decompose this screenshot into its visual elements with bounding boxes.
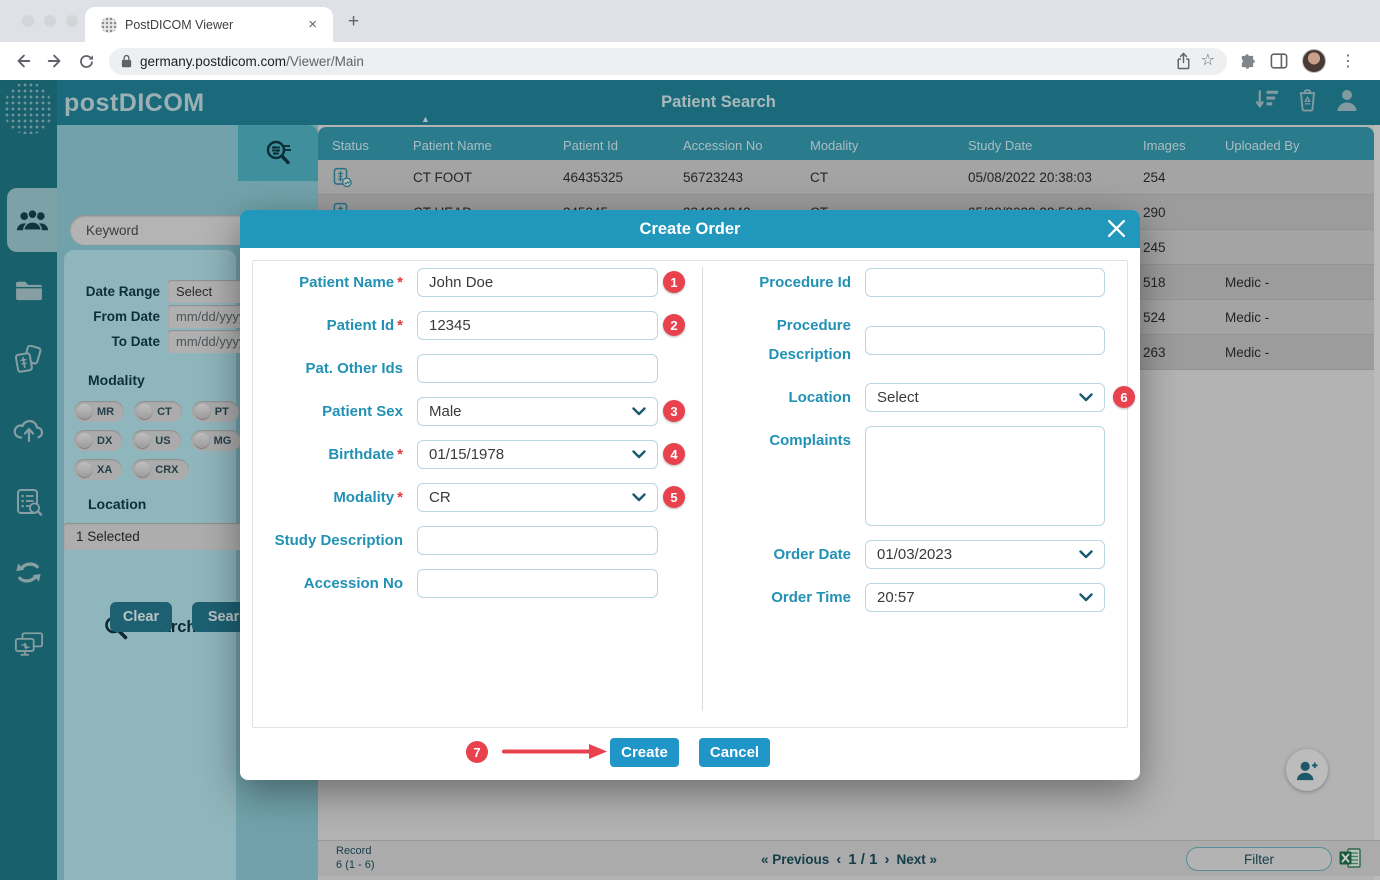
- browser-menu-icon[interactable]: ⋮: [1340, 51, 1356, 71]
- field-control[interactable]: Select: [865, 383, 1105, 412]
- extensions-puzzle-icon[interactable]: [1239, 53, 1256, 70]
- form-column-right: Procedure Id* Procedure Description* Loc…: [699, 268, 1105, 612]
- browser-toolbar: germany.postdicom.com/Viewer/Main ☆ ⋮: [0, 42, 1380, 80]
- modal-title: Create Order: [640, 220, 741, 239]
- field-complaints: Complaints*: [699, 426, 1105, 526]
- annotation-badge-3: 3: [663, 400, 685, 422]
- field-label: Birthdate*: [255, 440, 403, 469]
- field-label: Order Date*: [699, 540, 851, 569]
- close-window-button[interactable]: [22, 15, 34, 27]
- field-label: Patient Id*: [255, 311, 403, 340]
- annotation-badge-4: 4: [663, 443, 685, 465]
- browser-tab[interactable]: PostDICOM Viewer ×: [85, 7, 333, 42]
- field-control[interactable]: [865, 326, 1105, 355]
- chevron-down-icon: [1079, 550, 1093, 559]
- field-control[interactable]: [865, 268, 1105, 297]
- field-accession-no: Accession No*: [255, 569, 658, 598]
- chevron-down-icon: [632, 407, 646, 416]
- field-label: Modality*: [255, 483, 403, 512]
- field-control[interactable]: [417, 354, 658, 383]
- field-label: Patient Sex*: [255, 397, 403, 426]
- field-procedure-description: Procedure Description*: [699, 311, 1105, 369]
- field-control[interactable]: 01/03/2023: [865, 540, 1105, 569]
- field-label: Pat. Other Ids*: [255, 354, 403, 383]
- share-icon[interactable]: [1176, 52, 1191, 70]
- field-control[interactable]: CR: [417, 483, 658, 512]
- browser-tab-strip: PostDICOM Viewer × +: [0, 0, 1380, 42]
- field-location: Location* Select 6: [699, 383, 1105, 412]
- favicon-icon: [101, 17, 117, 33]
- url-text: germany.postdicom.com/Viewer/Main: [140, 54, 1166, 69]
- field-control[interactable]: 20:57: [865, 583, 1105, 612]
- screen: PostDICOM Viewer × + germany.postdicom.c…: [0, 0, 1380, 880]
- modal-footer: 7 Create Cancel: [240, 738, 1140, 768]
- field-order-date: Order Date* 01/03/2023: [699, 540, 1105, 569]
- field-control[interactable]: [865, 426, 1105, 526]
- field-label: Location*: [699, 383, 851, 412]
- field-control[interactable]: 01/15/1978: [417, 440, 658, 469]
- field-label: Accession No*: [255, 569, 403, 598]
- chevron-down-icon: [632, 450, 646, 459]
- field-control[interactable]: John Doe: [417, 268, 658, 297]
- field-label: Patient Name*: [255, 268, 403, 297]
- annotation-badge-2: 2: [663, 314, 685, 336]
- field-order-time: Order Time* 20:57: [699, 583, 1105, 612]
- profile-avatar[interactable]: [1302, 49, 1326, 73]
- minimize-window-button[interactable]: [44, 15, 56, 27]
- field-label: Procedure Description*: [699, 311, 851, 369]
- cancel-button[interactable]: Cancel: [699, 738, 770, 767]
- field-control[interactable]: Male: [417, 397, 658, 426]
- modal-header: Create Order: [240, 210, 1140, 248]
- url-bar[interactable]: germany.postdicom.com/Viewer/Main ☆: [109, 48, 1227, 75]
- chevron-down-icon: [632, 493, 646, 502]
- annotation-badge-6: 6: [1113, 386, 1135, 408]
- field-modality: Modality* CR 5: [255, 483, 658, 512]
- field-study-description: Study Description*: [255, 526, 658, 555]
- field-patient-id: Patient Id* 12345 2: [255, 311, 658, 340]
- field-control[interactable]: 12345: [417, 311, 658, 340]
- tab-title: PostDICOM Viewer: [125, 18, 302, 32]
- bookmark-star-icon[interactable]: ☆: [1201, 53, 1215, 69]
- field-patient-name: Patient Name* John Doe 1: [255, 268, 658, 297]
- field-birthdate: Birthdate* 01/15/1978 4: [255, 440, 658, 469]
- reload-button[interactable]: [78, 53, 95, 70]
- chevron-down-icon: [1079, 393, 1093, 402]
- annotation-badge-1: 1: [663, 271, 685, 293]
- field-label: Order Time*: [699, 583, 851, 612]
- create-button[interactable]: Create: [610, 738, 679, 767]
- forward-button[interactable]: [46, 52, 64, 70]
- back-button[interactable]: [14, 52, 32, 70]
- new-tab-button[interactable]: +: [348, 12, 359, 31]
- field-label: Study Description*: [255, 526, 403, 555]
- form-column-left: Patient Name* John Doe 1 Patient Id* 123…: [255, 268, 658, 598]
- maximize-window-button[interactable]: [66, 15, 78, 27]
- create-order-modal: Create Order Patient Name* John Doe 1 Pa…: [240, 210, 1140, 780]
- field-control[interactable]: [417, 526, 658, 555]
- field-patient-sex: Patient Sex* Male 3: [255, 397, 658, 426]
- field-control[interactable]: [417, 569, 658, 598]
- annotation-badge-5: 5: [663, 486, 685, 508]
- side-panel-icon[interactable]: [1270, 53, 1288, 69]
- chrome-icons: ⋮: [1239, 49, 1356, 73]
- field-procedure-id: Procedure Id*: [699, 268, 1105, 297]
- field-label: Complaints*: [699, 426, 851, 455]
- tab-close-icon[interactable]: ×: [302, 16, 323, 33]
- field-label: Procedure Id*: [699, 268, 851, 297]
- field-pat-other-ids: Pat. Other Ids*: [255, 354, 658, 383]
- lock-icon: [121, 54, 132, 68]
- annotation-badge-7: 7: [466, 741, 488, 763]
- modal-close-icon[interactable]: [1107, 219, 1126, 238]
- annotation-arrow: [502, 743, 608, 760]
- chevron-down-icon: [1079, 593, 1093, 602]
